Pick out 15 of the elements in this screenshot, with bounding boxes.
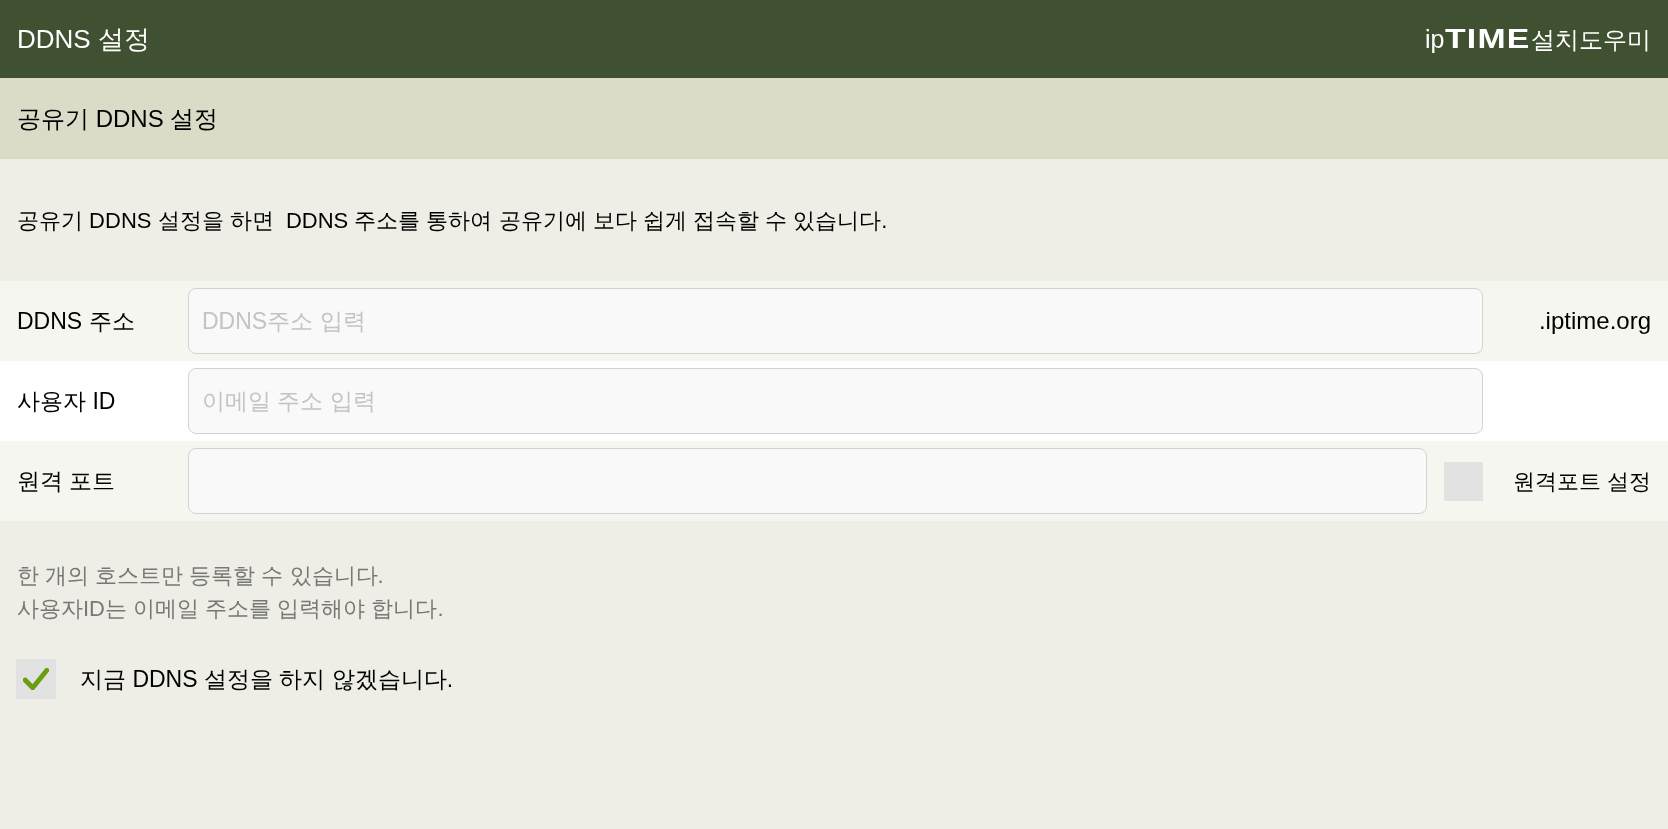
check-icon	[23, 668, 49, 690]
checkbox-label: 원격포트 설정	[1512, 467, 1651, 496]
note-text: 사용자ID는 이메일 주소를 입력해야 합니다.	[17, 595, 445, 623]
input-field[interactable]	[188, 448, 1427, 514]
note-text: 한 개의 호스트만 등록할 수 있습니다.	[17, 562, 385, 590]
field-label: DDNS 주소	[17, 306, 136, 336]
description-text: 공유기 DDNS 설정을 하면 DDNS 주소를 통하여 공유기에 보다 쉽게 접속할 수 있습니다.	[17, 206, 888, 235]
brand-logo: ipTIME설치도우미	[1425, 22, 1651, 56]
section-title: 공유기 DDNS 설정	[17, 103, 219, 134]
page-title: DDNS 설정	[17, 22, 150, 56]
domain-suffix: .iptime.org	[1538, 306, 1651, 336]
checkbox[interactable]	[16, 659, 56, 699]
checkbox-label: 지금 DDNS 설정을 하지 않겠습니다.	[80, 664, 454, 694]
field-label: 사용자 ID	[17, 386, 117, 416]
field-label: 원격 포트	[17, 466, 117, 496]
